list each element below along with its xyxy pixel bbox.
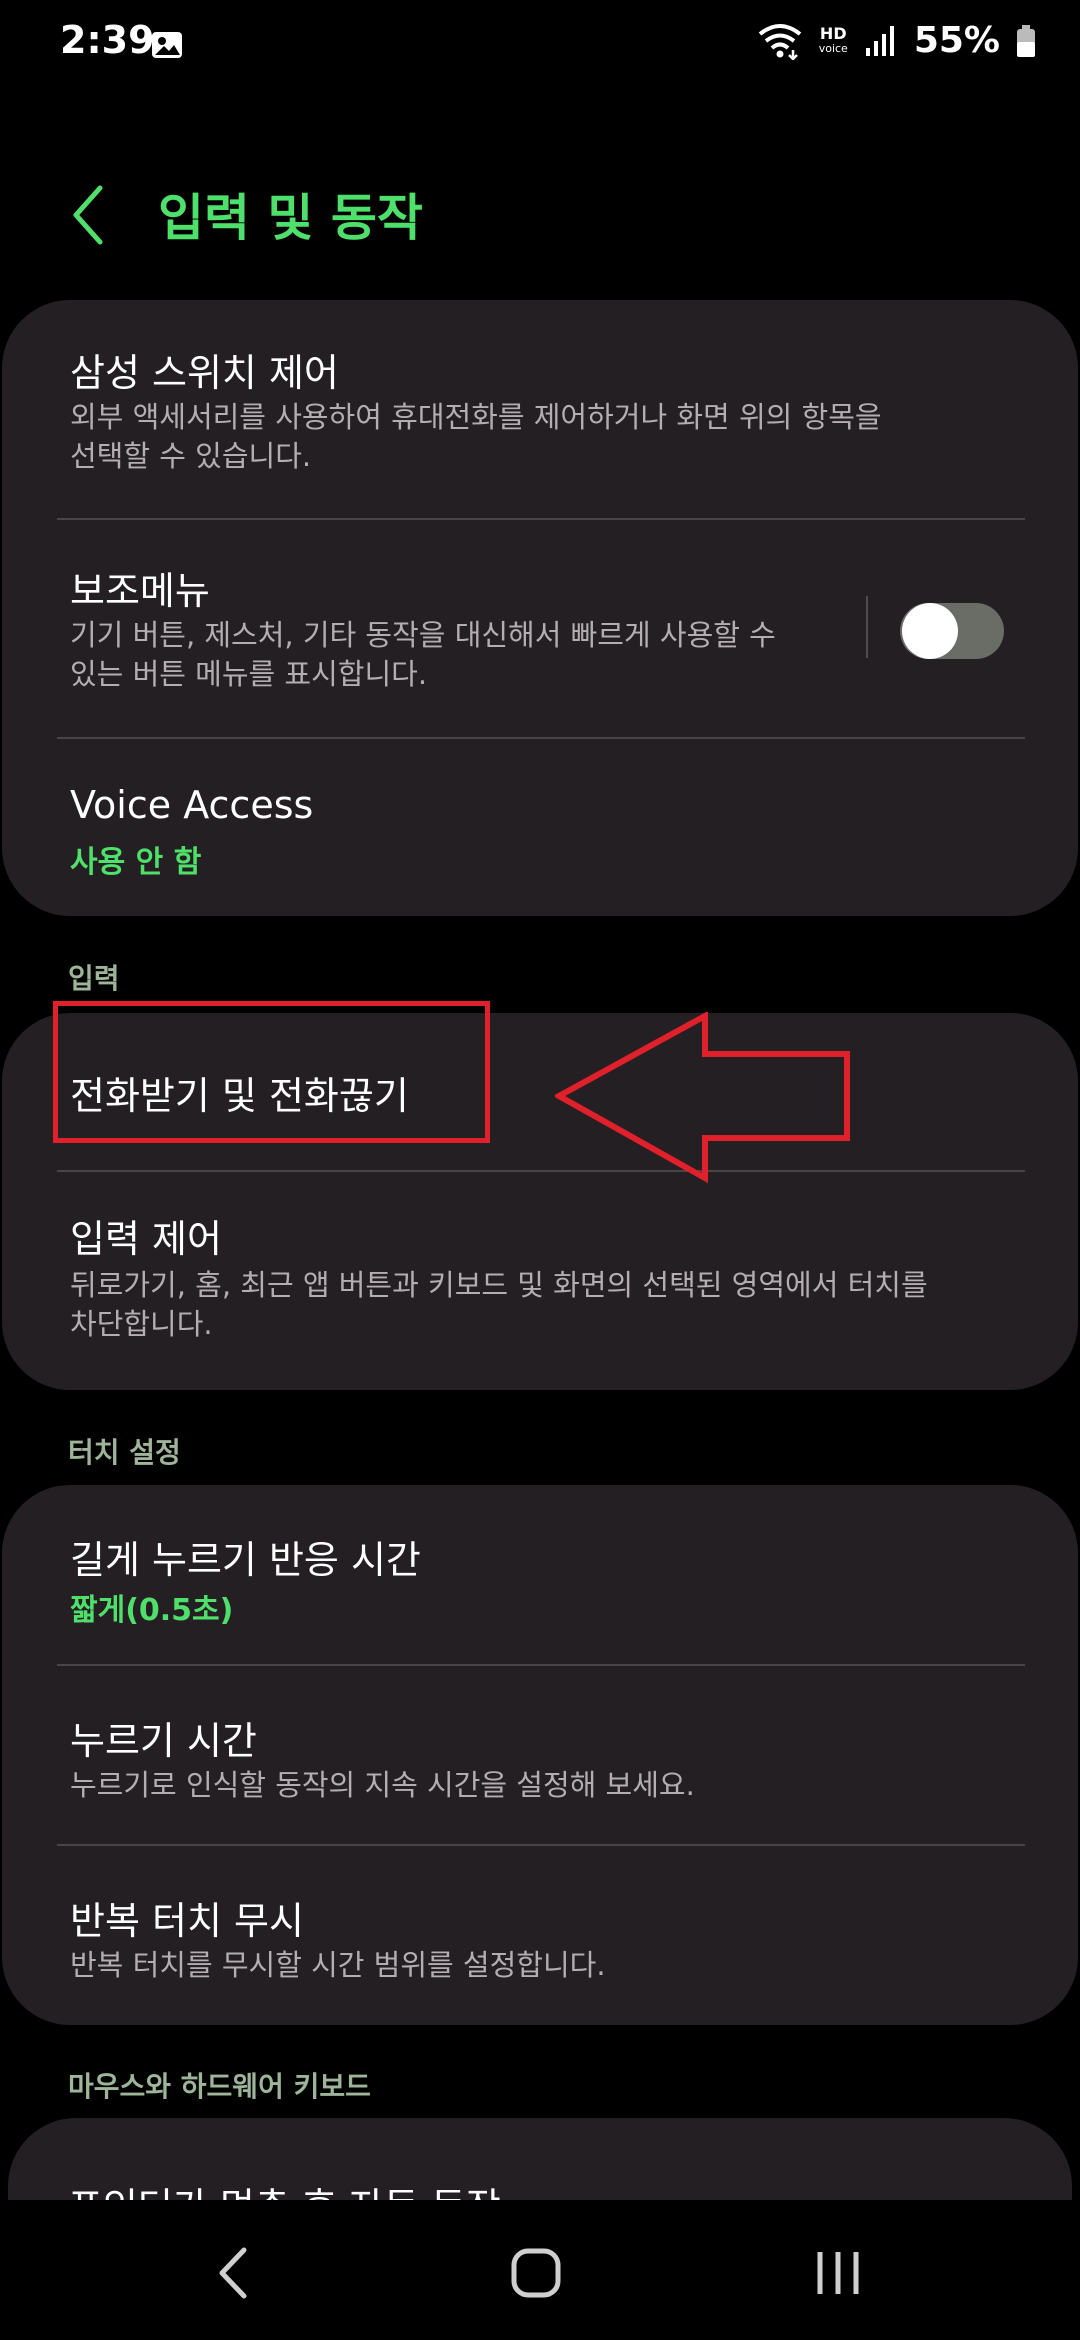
item-title: 반복 터치 무시: [70, 1899, 304, 1943]
settings-card-general: 삼성 스위치 제어 외부 액세서리를 사용하여 휴대전화를 제어하거나 화면 위…: [2, 300, 1078, 916]
signal-icon: [865, 25, 894, 56]
toggle-separator: [866, 596, 868, 658]
wifi-icon: [758, 23, 801, 60]
list-item-tap-duration[interactable]: 누르기 시간 누르기로 인식할 동작의 지속 시간을 설정해 보세요.: [2, 1666, 1078, 1844]
list-item-touch-hold-delay[interactable]: 길게 누르기 반응 시간 짧게(0.5초): [2, 1485, 1078, 1665]
status-bar: 2:39 HD voice 55%: [0, 0, 1080, 95]
item-title: 삼성 스위치 제어: [70, 351, 339, 395]
item-title: Voice Access: [70, 783, 314, 827]
item-title: 입력 제어: [70, 1217, 222, 1261]
item-subtitle: 뒤로가기, 홈, 최근 앱 버튼과 키보드 및 화면의 선택된 영역에서 터치를…: [70, 1268, 928, 1341]
list-item-voice-access[interactable]: Voice Access 사용 안 함: [2, 739, 1078, 916]
settings-card-touch: 길게 누르기 반응 시간 짧게(0.5초) 누르기 시간 누르기로 인식할 동작…: [2, 1485, 1078, 2025]
section-header-input: 입력: [68, 962, 120, 995]
page-title: 입력 및 동작: [158, 189, 423, 247]
item-subtitle: 반복 터치를 무시할 시간 범위를 설정합니다.: [70, 1948, 606, 1982]
section-header-mouse-keyboard: 마우스와 하드웨어 키보드: [68, 2070, 371, 2103]
nav-recents-icon[interactable]: [798, 2238, 878, 2308]
battery-percent: 55%: [913, 20, 1000, 61]
status-time: 2:39: [60, 18, 155, 62]
annotation-arrow-icon: [555, 1012, 850, 1184]
list-item-interaction-control[interactable]: 입력 제어 뒤로가기, 홈, 최근 앱 버튼과 키보드 및 화면의 선택된 영역…: [2, 1172, 1078, 1390]
nav-back-icon[interactable]: [196, 2238, 276, 2308]
battery-icon: [1017, 24, 1035, 57]
item-status: 짧게(0.5초): [70, 1593, 234, 1628]
item-title: 누르기 시간: [70, 1719, 257, 1763]
list-item-switch-access[interactable]: 삼성 스위치 제어 외부 액세서리를 사용하여 휴대전화를 제어하거나 화면 위…: [2, 300, 1078, 520]
status-right-group: HD voice 55%: [757, 20, 1036, 61]
hd-voice-icon: HD voice: [818, 23, 848, 55]
item-subtitle: 누르기로 인식할 동작의 지속 시간을 설정해 보세요.: [70, 1768, 695, 1802]
app-header: 입력 및 동작: [0, 150, 1080, 270]
system-navigation-bar: [0, 2200, 1080, 2340]
section-header-touch: 터치 설정: [68, 1436, 181, 1469]
list-item-ignore-repeated-touches[interactable]: 반복 터치 무시 반복 터치를 무시할 시간 범위를 설정합니다.: [2, 1846, 1078, 2025]
list-item-assistant-menu[interactable]: 보조메뉴 기기 버튼, 제스처, 기타 동작을 대신해서 빠르게 사용할 수 있…: [2, 520, 1078, 738]
assistant-menu-toggle[interactable]: [900, 603, 1004, 659]
item-subtitle: 외부 액세서리를 사용하여 휴대전화를 제어하거나 화면 위의 항목을 선택할 …: [70, 400, 882, 473]
gallery-notification-icon: [152, 32, 182, 58]
back-arrow-icon[interactable]: [62, 180, 122, 250]
item-subtitle: 기기 버튼, 제스처, 기타 동작을 대신해서 빠르게 사용할 수 있는 버튼 …: [70, 618, 776, 691]
nav-home-icon[interactable]: [496, 2238, 576, 2308]
item-title: 보조메뉴: [70, 569, 210, 613]
item-status: 사용 안 함: [70, 845, 202, 880]
item-title: 길게 누르기 반응 시간: [70, 1538, 421, 1582]
toggle-knob: [902, 603, 958, 659]
annotation-highlight-box: [53, 1001, 490, 1143]
